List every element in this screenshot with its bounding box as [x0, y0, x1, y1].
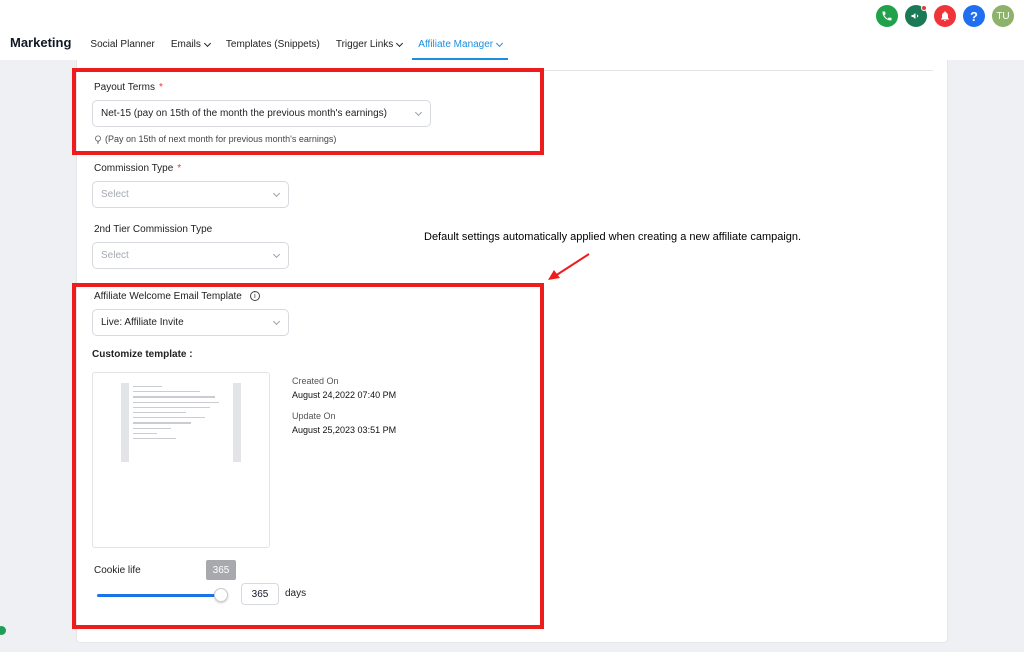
second-tier-label: 2nd Tier Commission Type — [94, 224, 212, 235]
main-nav: Marketing Social Planner Emails Template… — [10, 33, 518, 60]
second-tier-placeholder: Select — [101, 250, 129, 261]
avatar[interactable]: TU — [992, 5, 1014, 27]
chevron-down-icon — [203, 39, 211, 47]
help-glyph: ? — [970, 8, 978, 24]
bell-icon[interactable] — [934, 5, 956, 27]
chevron-down-icon — [272, 250, 281, 259]
megaphone-icon[interactable] — [905, 5, 927, 27]
tab-label: Templates (Snippets) — [225, 39, 320, 50]
tab-affiliate-manager[interactable]: Affiliate Manager — [412, 39, 508, 60]
avatar-initials: TU — [996, 10, 1010, 22]
tab-label: Affiliate Manager — [418, 39, 494, 50]
highlight-box-payout — [72, 68, 544, 155]
tab-trigger-links[interactable]: Trigger Links — [335, 39, 404, 50]
required-mark: * — [177, 163, 182, 174]
header-actions: ? TU — [876, 5, 1014, 27]
tab-label: Trigger Links — [335, 39, 394, 50]
chevron-down-icon — [396, 39, 404, 47]
chevron-down-icon — [496, 39, 504, 47]
annotation-text: Default settings automatically applied w… — [424, 231, 802, 243]
second-tier-select[interactable]: Select — [92, 242, 289, 269]
tab-label: Social Planner — [90, 39, 155, 50]
highlight-box-email-cookie — [72, 283, 544, 629]
commission-type-placeholder: Select — [101, 189, 129, 200]
notification-dot — [921, 5, 927, 11]
commission-type-label-text: Commission Type — [94, 163, 174, 174]
brand-title: Marketing — [10, 35, 72, 50]
tab-emails[interactable]: Emails — [170, 39, 211, 50]
tab-label: Emails — [170, 39, 201, 50]
tab-templates-snippets[interactable]: Templates (Snippets) — [226, 39, 320, 50]
help-icon[interactable]: ? — [963, 5, 985, 27]
annotation-arrow-icon — [548, 253, 590, 280]
commission-type-select[interactable]: Select — [92, 181, 289, 208]
status-dot — [0, 626, 6, 635]
chevron-down-icon — [272, 189, 281, 198]
second-tier-label-text: 2nd Tier Commission Type — [94, 224, 213, 235]
tab-social-planner[interactable]: Social Planner — [90, 39, 154, 50]
top-header: ? TU Marketing Social Planner Emails Tem… — [0, 0, 1024, 60]
commission-type-label: Commission Type * — [94, 163, 181, 174]
phone-icon[interactable] — [876, 5, 898, 27]
